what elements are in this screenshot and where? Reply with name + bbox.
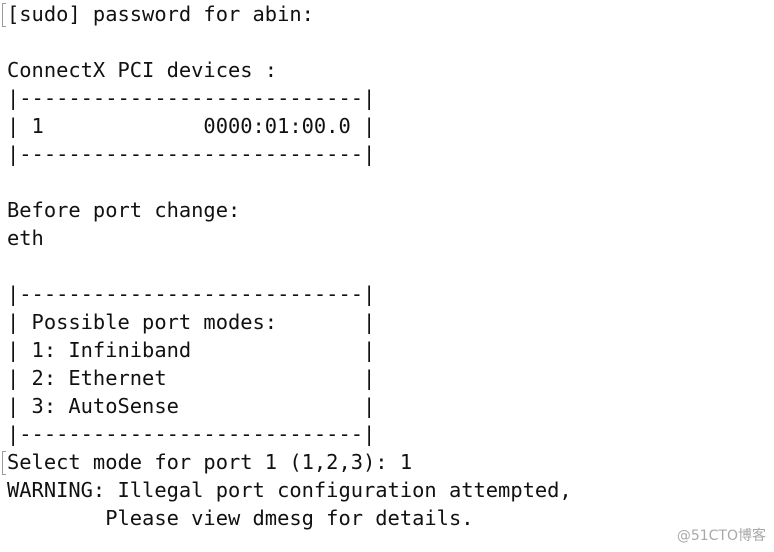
warning-details: Please view dmesg for details. (7, 506, 474, 530)
table-border-line: |----------------------------| (7, 142, 376, 166)
port-modes-heading: | Possible port modes: | (7, 310, 376, 334)
port-mode-option: | 2: Ethernet | (7, 366, 376, 390)
select-mode-prompt: Select mode for port 1 (1,2,3): 1 (7, 450, 413, 474)
before-port-heading: Before port change: (7, 198, 241, 222)
input-mark (2, 451, 6, 475)
pci-devices-heading: ConnectX PCI devices : (7, 58, 278, 82)
input-mark (2, 3, 6, 27)
port-mode-option: | 3: AutoSense | (7, 394, 376, 418)
table-border-line: |----------------------------| (7, 282, 376, 306)
table-border-line: |----------------------------| (7, 422, 376, 446)
warning-message: WARNING: Illegal port configuration atte… (7, 478, 572, 502)
sudo-prompt-line: [sudo] password for abin: (7, 2, 314, 26)
terminal-window[interactable]: [sudo] password for abin: ConnectX PCI d… (0, 0, 774, 552)
pci-device-row: | 1 0000:01:00.0 | (7, 114, 376, 138)
watermark: @51CTO博客 (676, 528, 766, 544)
current-port-type: eth (7, 226, 44, 250)
table-border-line: |----------------------------| (7, 86, 376, 110)
port-mode-option: | 1: Infiniband | (7, 338, 376, 362)
